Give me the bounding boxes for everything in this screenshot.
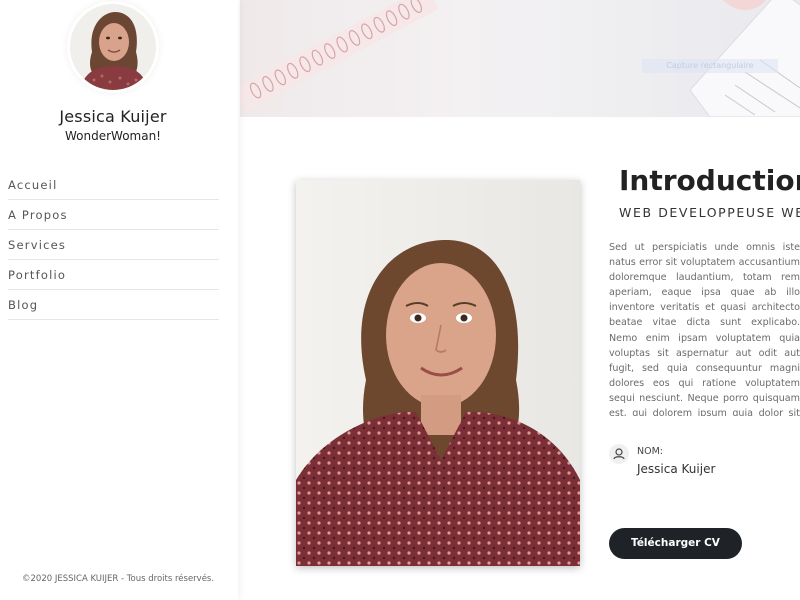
intro-description: Sed ut perspiciatis unde omnis iste natu… [609,242,800,416]
profile-photo [296,180,580,566]
info-value-name: Jessica Kuijer [637,462,716,476]
profile-tagline: WonderWoman! [64,129,161,143]
user-icon [609,444,629,464]
download-cv-button[interactable]: Télécharger CV [609,528,742,559]
avatar [70,4,156,90]
profile-name: Jessica Kuijer [59,107,167,126]
nav-item-portfolio[interactable]: Portfolio [8,260,219,290]
nav-item-a-propos[interactable]: A Propos [8,200,219,230]
sidebar: Jessica Kuijer WonderWoman! Accueil A Pr… [0,0,238,600]
hero-overlay-label: Capture rectangulaire [642,59,778,73]
nav-item-accueil[interactable]: Accueil [8,170,219,200]
avatar-image [70,4,156,90]
footer-copyright: ©2020 JESSICA KUIJER - Tous droits réser… [22,574,215,584]
intro-title: Introduction [619,164,800,197]
nav-item-services[interactable]: Services [8,230,219,260]
nav-item-blog[interactable]: Blog [8,290,219,320]
sidebar-nav: Accueil A Propos Services Portfolio Blog [8,170,219,320]
info-label-name: NOM: [637,446,663,457]
profile-photo-image [296,180,580,566]
intro-subtitle: WEB DEVELOPPEUSE WEB [619,205,800,220]
